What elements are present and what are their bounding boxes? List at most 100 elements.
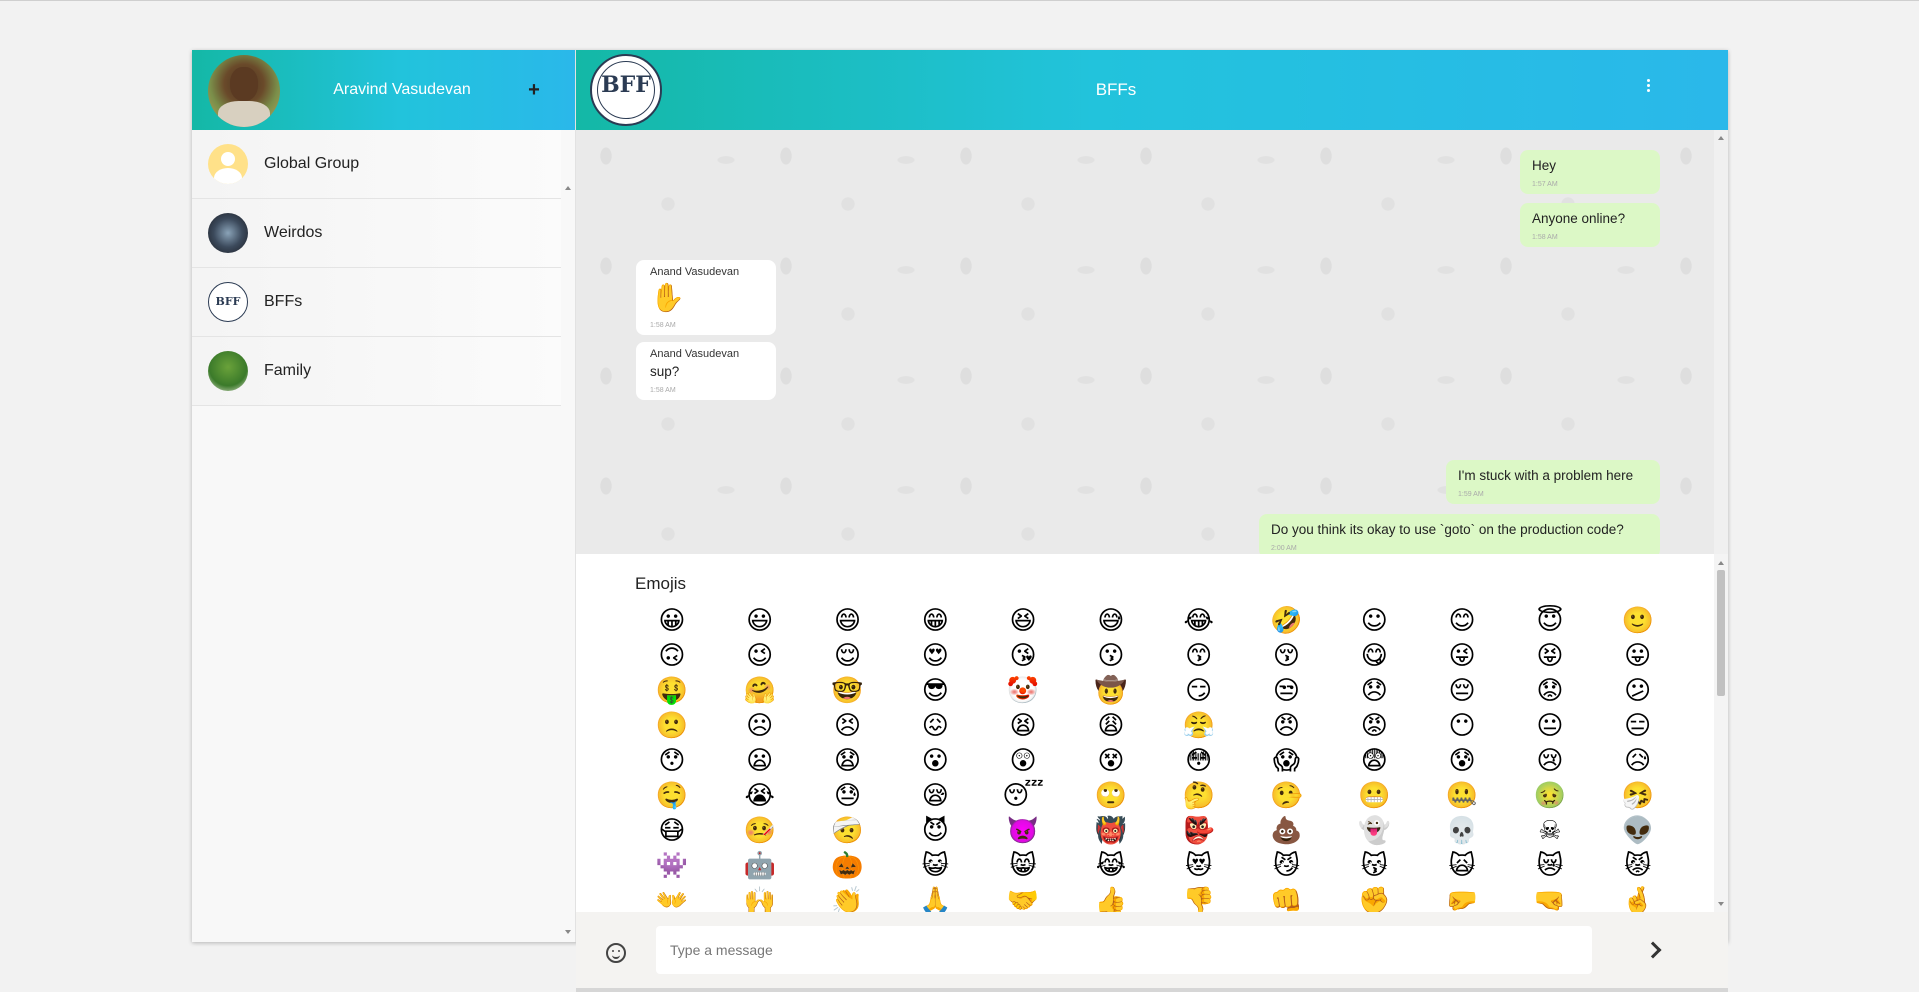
emoji-option[interactable]: 😇 — [1506, 604, 1594, 639]
emoji-option[interactable]: 🙃 — [628, 639, 716, 674]
group-item-global-group[interactable]: Global Group — [192, 130, 561, 199]
emoji-option[interactable]: 😋 — [1330, 639, 1418, 674]
emoji-option[interactable]: 😖 — [891, 709, 979, 744]
scroll-down-arrow-icon[interactable] — [565, 930, 571, 934]
emoji-option[interactable]: 😃 — [716, 604, 804, 639]
emoji-option[interactable]: 😵 — [1067, 744, 1155, 779]
emoji-option[interactable]: 😻 — [1155, 849, 1243, 884]
emoji-option[interactable]: 🙏 — [891, 884, 979, 912]
emoji-option[interactable]: 😣 — [804, 709, 892, 744]
more-vert-icon[interactable] — [1640, 78, 1656, 102]
emoji-option[interactable]: 🎃 — [804, 849, 892, 884]
emoji-option[interactable]: 😟 — [1506, 674, 1594, 709]
emoji-option[interactable]: 😺 — [891, 849, 979, 884]
emoji-option[interactable]: 😮 — [891, 744, 979, 779]
group-item-weirdos[interactable]: Weirdos — [192, 199, 561, 268]
emoji-option[interactable]: 😕 — [1594, 674, 1682, 709]
emoji-option[interactable]: 😝 — [1506, 639, 1594, 674]
smile-icon[interactable] — [606, 943, 626, 963]
user-avatar[interactable] — [208, 55, 280, 127]
emoji-option[interactable]: 👿 — [979, 814, 1067, 849]
emoji-option[interactable]: 😓 — [804, 779, 892, 814]
emoji-option[interactable]: 😷 — [628, 814, 716, 849]
emoji-option[interactable]: 🤒 — [716, 814, 804, 849]
emoji-option[interactable]: 😌 — [804, 639, 892, 674]
emoji-option[interactable]: 💀 — [1418, 814, 1506, 849]
emoji-option[interactable]: 😭 — [716, 779, 804, 814]
emoji-option[interactable]: 👊 — [1243, 884, 1331, 912]
add-group-button[interactable]: + — [522, 74, 546, 106]
emoji-option[interactable]: 👾 — [628, 849, 716, 884]
group-item-bffs[interactable]: BFF BFFs — [192, 268, 561, 337]
emoji-option[interactable]: 😆 — [979, 604, 1067, 639]
emoji-option[interactable]: 😘 — [979, 639, 1067, 674]
emoji-option[interactable]: 🙄 — [1067, 779, 1155, 814]
emoji-option[interactable]: 👽 — [1594, 814, 1682, 849]
emoji-option[interactable]: 😍 — [891, 639, 979, 674]
emoji-option[interactable]: 😴 — [979, 779, 1067, 814]
emoji-option[interactable]: 😩 — [1067, 709, 1155, 744]
scroll-up-arrow-icon[interactable] — [565, 186, 571, 190]
emoji-option[interactable]: 😬 — [1330, 779, 1418, 814]
emoji-option[interactable]: 😦 — [716, 744, 804, 779]
emoji-option[interactable]: 😏 — [1155, 674, 1243, 709]
emoji-option[interactable]: 😯 — [628, 744, 716, 779]
chevron-right-icon[interactable] — [1643, 939, 1663, 963]
emoji-option[interactable]: 🤛 — [1418, 884, 1506, 912]
emoji-scrollbar[interactable] — [1714, 554, 1728, 912]
scroll-down-arrow-icon[interactable] — [1718, 902, 1724, 906]
emoji-option[interactable]: 🤧 — [1594, 779, 1682, 814]
emoji-option[interactable]: 🙌 — [716, 884, 804, 912]
emoji-option[interactable]: 👎 — [1155, 884, 1243, 912]
emoji-option[interactable]: 🤕 — [804, 814, 892, 849]
emoji-option[interactable]: 😑 — [1594, 709, 1682, 744]
emoji-option[interactable]: 🤑 — [628, 674, 716, 709]
scroll-up-arrow-icon[interactable] — [1718, 561, 1724, 565]
emoji-option[interactable]: 👏 — [804, 884, 892, 912]
emoji-option[interactable]: 😱 — [1243, 744, 1331, 779]
emoji-option[interactable]: 😚 — [1243, 639, 1331, 674]
emoji-option[interactable]: 😁 — [891, 604, 979, 639]
emoji-option[interactable]: 🤞 — [1594, 884, 1682, 912]
emoji-option[interactable]: 🙁 — [628, 709, 716, 744]
emoji-option[interactable]: 🤐 — [1418, 779, 1506, 814]
emoji-option[interactable]: 💩 — [1243, 814, 1331, 849]
emoji-option[interactable]: 🙀 — [1418, 849, 1506, 884]
emoji-option[interactable]: 😹 — [1067, 849, 1155, 884]
emoji-option[interactable]: 😅 — [1067, 604, 1155, 639]
emoji-option[interactable]: 😛 — [1594, 639, 1682, 674]
emoji-option[interactable]: 🤠 — [1067, 674, 1155, 709]
emoji-option[interactable]: 😙 — [1155, 639, 1243, 674]
emoji-option[interactable]: 😾 — [1594, 849, 1682, 884]
emoji-option[interactable]: 👐 — [628, 884, 716, 912]
emoji-option[interactable]: 😐 — [1506, 709, 1594, 744]
emoji-option[interactable]: 🤔 — [1155, 779, 1243, 814]
emoji-option[interactable]: 😂 — [1155, 604, 1243, 639]
emoji-option[interactable]: 😼 — [1243, 849, 1331, 884]
group-item-family[interactable]: Family — [192, 337, 561, 406]
emoji-option[interactable]: 😽 — [1330, 849, 1418, 884]
emoji-option[interactable]: 😞 — [1330, 674, 1418, 709]
emoji-option[interactable]: 😿 — [1506, 849, 1594, 884]
emoji-option[interactable]: 👺 — [1155, 814, 1243, 849]
emoji-option[interactable]: 🤝 — [979, 884, 1067, 912]
emoji-option[interactable]: 🙂 — [1594, 604, 1682, 639]
emoji-option[interactable]: 🤤 — [628, 779, 716, 814]
scroll-up-arrow-icon[interactable] — [1718, 136, 1724, 140]
emoji-option[interactable]: 🤗 — [716, 674, 804, 709]
emoji-option[interactable]: 🤓 — [804, 674, 892, 709]
emoji-option[interactable]: 🤣 — [1243, 604, 1331, 639]
emoji-option[interactable]: ☹ — [716, 709, 804, 744]
emoji-option[interactable]: 😎 — [891, 674, 979, 709]
message-input[interactable] — [656, 926, 1592, 974]
emoji-option[interactable]: 👹 — [1067, 814, 1155, 849]
emoji-option[interactable]: ☠ — [1506, 814, 1594, 849]
emoji-option[interactable]: 😊 — [1418, 604, 1506, 639]
emoji-option[interactable]: 😲 — [979, 744, 1067, 779]
emoji-option[interactable]: 😒 — [1243, 674, 1331, 709]
emoji-option[interactable]: 😰 — [1418, 744, 1506, 779]
emoji-option[interactable]: 😡 — [1330, 709, 1418, 744]
emoji-option[interactable]: 🤜 — [1506, 884, 1594, 912]
emoji-option[interactable]: 😶 — [1418, 709, 1506, 744]
emoji-option[interactable]: 😳 — [1155, 744, 1243, 779]
